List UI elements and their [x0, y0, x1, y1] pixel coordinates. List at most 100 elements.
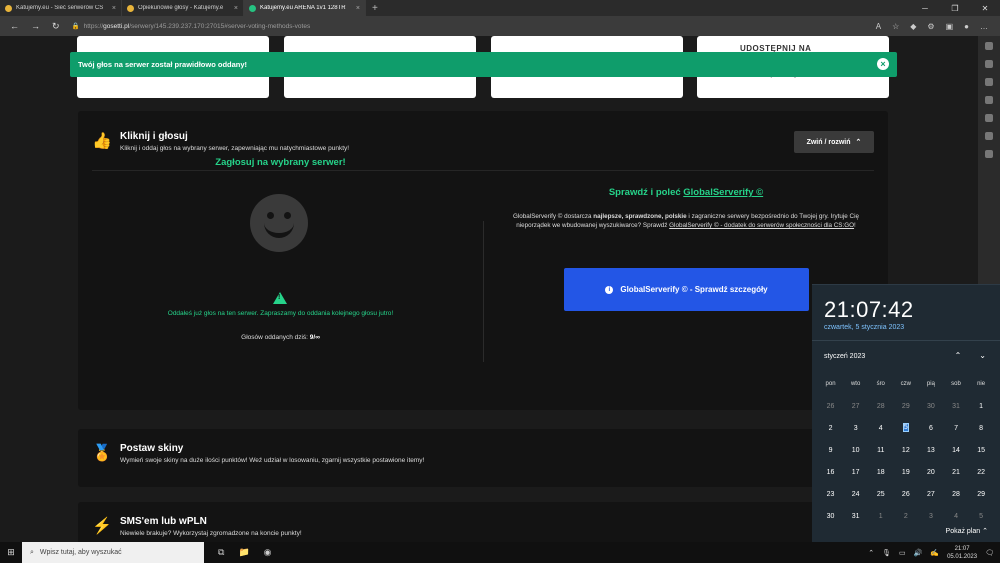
calendar-day[interactable]: 10 — [843, 447, 868, 454]
maximize-icon[interactable]: ❐ — [940, 4, 970, 13]
calendar-day[interactable]: 5 — [969, 513, 994, 520]
calendar-day[interactable]: 3 — [918, 513, 943, 520]
chevron-up-icon[interactable]: ⌃ — [955, 351, 962, 360]
volume-icon[interactable]: 🔊 — [914, 549, 923, 557]
calendar-day[interactable]: 30 — [918, 403, 943, 410]
calendar-day[interactable]: 2 — [893, 513, 918, 520]
tools-icon[interactable] — [985, 78, 993, 86]
refresh-icon[interactable]: ↻ — [52, 21, 60, 32]
calendar-today[interactable]: 5 — [902, 423, 909, 432]
windows-start-icon[interactable]: ⊞ — [0, 547, 22, 558]
close-tab-icon[interactable]: × — [234, 5, 238, 12]
calendar-day[interactable]: 6 — [918, 425, 943, 432]
calendar-day[interactable]: 16 — [818, 469, 843, 476]
settings-gear-icon[interactable]: ⚙ — [927, 22, 934, 31]
calendar-day[interactable]: 18 — [868, 469, 893, 476]
clock-date[interactable]: czwartek, 5 stycznia 2023 — [824, 324, 904, 331]
tray-chevron-icon[interactable]: ⌃ — [868, 549, 874, 557]
globalserverify-button[interactable]: i GlobalServerify © - Sprawdź szczegóły — [564, 268, 809, 311]
more-menu-icon[interactable]: … — [980, 22, 988, 31]
calendar-day[interactable]: 28 — [868, 403, 893, 410]
calendar-day[interactable]: 29 — [893, 403, 918, 410]
calendar-day[interactable]: 14 — [943, 447, 968, 454]
close-toast-icon[interactable]: × — [877, 58, 889, 70]
calendar-day[interactable]: 27 — [843, 403, 868, 410]
minimize-icon[interactable]: ─ — [910, 4, 940, 13]
favorite-star-icon[interactable]: ☆ — [892, 22, 899, 31]
collapse-toggle-button[interactable]: Zwiń / rozwiń ⌃ — [794, 131, 874, 153]
calendar-day[interactable]: 15 — [969, 447, 994, 454]
games-icon[interactable] — [985, 96, 993, 104]
network-icon[interactable]: ▭ — [899, 549, 906, 557]
calendar-day[interactable]: 26 — [818, 403, 843, 410]
edge-icon[interactable]: ◉ — [264, 547, 272, 558]
calendar-day[interactable]: 25 — [868, 491, 893, 498]
taskbar-clock[interactable]: 21:07 05.01.2023 — [947, 545, 977, 561]
weekday-label: sob — [951, 381, 961, 387]
calendar-day[interactable]: 20 — [918, 469, 943, 476]
calendar-day[interactable]: 9 — [818, 447, 843, 454]
notifications-icon[interactable]: 🗨 — [985, 549, 994, 557]
tab-arena[interactable]: Katujemy.eu ARENA 1v1 128TR × — [244, 0, 366, 16]
calendar-day[interactable]: 8 — [969, 425, 994, 432]
calendar-day[interactable]: 26 — [893, 491, 918, 498]
calendar-day[interactable]: 23 — [818, 491, 843, 498]
calendar-day[interactable]: 19 — [893, 469, 918, 476]
url-field[interactable]: 🔒 https://gosetti.pl/serwery/145.239.237… — [72, 19, 772, 33]
calendar-day[interactable]: 4 — [943, 513, 968, 520]
calendar-day[interactable]: 28 — [943, 491, 968, 498]
extension-icon[interactable]: ◆ — [910, 22, 916, 31]
tab-opiekunowie[interactable]: Opiekunowie głosy - Katujemy.e × — [122, 0, 244, 16]
input-indicator-icon[interactable]: ✍ — [930, 549, 939, 557]
site-favicon-icon — [5, 4, 12, 12]
gs-title-link[interactable]: GlobalServerify © — [683, 187, 763, 198]
calendar-day[interactable]: 1 — [868, 513, 893, 520]
calendar-day[interactable]: 7 — [943, 425, 968, 432]
calendar-day[interactable]: 31 — [943, 403, 968, 410]
office-icon[interactable] — [985, 114, 993, 122]
calendar-day[interactable]: 4 — [868, 425, 893, 432]
window-controls: ─ ❐ ✕ — [910, 4, 1000, 13]
calendar-day[interactable]: 31 — [843, 513, 868, 520]
file-explorer-icon[interactable]: 📁 — [238, 547, 249, 558]
read-aloud-icon[interactable]: A — [876, 22, 881, 31]
chevron-down-icon[interactable]: ⌄ — [979, 351, 986, 360]
collections-icon[interactable]: ▣ — [946, 22, 954, 31]
calendar-day[interactable]: 12 — [893, 447, 918, 454]
gs-desc-link[interactable]: GlobalServerify © - dodatek do serwerów … — [669, 222, 854, 229]
gs-button-label: GlobalServerify © - Sprawdź szczegóły — [620, 285, 768, 294]
tab-katujemy[interactable]: Katujemy.eu - Sieć serwerów CS × — [0, 0, 122, 16]
back-icon[interactable]: ← — [10, 21, 19, 32]
taskbar-search[interactable]: ⌕ Wpisz tutaj, aby wyszukać — [22, 542, 204, 563]
calendar-day[interactable]: 5 — [893, 421, 918, 435]
calendar-month[interactable]: styczeń 2023 — [824, 353, 865, 360]
calendar-day[interactable]: 3 — [843, 425, 868, 432]
calendar-day[interactable]: 11 — [868, 447, 893, 454]
profile-avatar-icon[interactable]: ● — [964, 22, 969, 31]
show-plan-button[interactable]: Pokaż plan ⌃ — [946, 527, 988, 535]
calendar-day[interactable]: 22 — [969, 469, 994, 476]
calendar-day[interactable]: 1 — [969, 403, 994, 410]
outlook-icon[interactable] — [985, 132, 993, 140]
calendar-day[interactable]: 2 — [818, 425, 843, 432]
search-icon[interactable] — [985, 42, 993, 50]
award-icon: 🏅 — [92, 445, 112, 462]
close-tab-icon[interactable]: × — [112, 5, 116, 12]
task-view-icon[interactable]: ⧉ — [218, 547, 224, 558]
calendar-day[interactable]: 30 — [818, 513, 843, 520]
vote-column: Zagłosuj na wybrany serwer! ! Oddałeś ju… — [78, 111, 483, 410]
close-window-icon[interactable]: ✕ — [970, 4, 1000, 13]
calendar-day[interactable]: 21 — [943, 469, 968, 476]
microphone-icon[interactable]: 🎙 — [882, 549, 891, 557]
add-sidebar-icon[interactable] — [985, 150, 993, 158]
calendar-day[interactable]: 13 — [918, 447, 943, 454]
forward-icon[interactable]: → — [31, 21, 40, 32]
weekday-label: wto — [850, 381, 861, 387]
calendar-day[interactable]: 29 — [969, 491, 994, 498]
new-tab-button[interactable]: + — [366, 3, 384, 14]
calendar-day[interactable]: 17 — [843, 469, 868, 476]
calendar-day[interactable]: 24 — [843, 491, 868, 498]
calendar-day[interactable]: 27 — [918, 491, 943, 498]
shopping-icon[interactable] — [985, 60, 993, 68]
close-tab-icon[interactable]: × — [356, 5, 360, 12]
